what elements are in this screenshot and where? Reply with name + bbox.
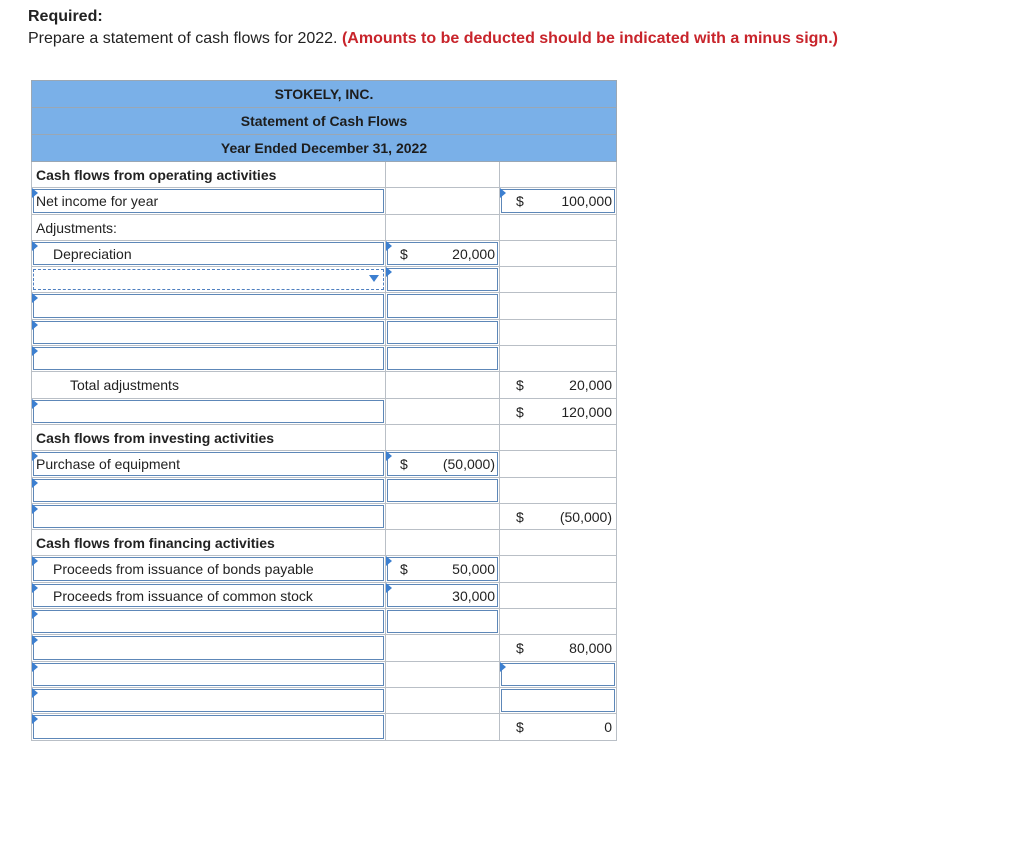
adjustment-blank-row-4 [31,346,617,373]
final-label-field[interactable] [31,714,386,741]
adjustment-amount-field-3[interactable] [386,319,500,347]
financing-label-field-3[interactable] [31,609,386,636]
bonds-label-field[interactable]: Proceeds from issuance of bonds payable [31,556,386,583]
summary-amount-field-2[interactable] [500,687,617,715]
stock-value: 30,000 [452,587,495,604]
net-income-label-field[interactable]: Net income for year [31,188,386,215]
bonds-amount-field[interactable]: $50,000 [386,556,500,583]
net-operating-label-field[interactable] [31,398,386,425]
net-income-value: 100,000 [561,193,612,210]
adjustment-amount-field-2[interactable] [386,293,500,320]
bonds-value: 50,000 [452,561,495,578]
chevron-down-icon[interactable] [369,275,379,283]
company-name: STOKELY, INC. [31,80,617,107]
required-heading: Required: [28,8,103,25]
net-financing-value: 80,000 [569,640,612,657]
equipment-label: Purchase of equipment [36,456,180,473]
depreciation-label-field[interactable]: Depreciation [31,240,386,268]
equipment-label-field[interactable]: Purchase of equipment [31,451,386,478]
operating-heading: Cash flows from operating activities [31,162,386,189]
statement-period: Year Ended December 31, 2022 [31,134,617,162]
investing-heading-row: Cash flows from investing activities [31,424,617,452]
net-investing-amount: $ (50,000) [500,503,617,531]
summary-label-field-1[interactable] [31,661,386,688]
equipment-row: Purchase of equipment $ (50,000) [31,451,617,478]
stock-label: Proceeds from issuance of common stock [53,587,313,604]
instructions-note: (Amounts to be deducted should be indica… [341,30,838,47]
total-adjustments-row: Total adjustments $20,000 [31,372,617,399]
financing-heading: Cash flows from financing activities [31,530,386,557]
stock-label-field[interactable]: Proceeds from issuance of common stock [31,582,386,610]
adjustment-label-field-4[interactable] [31,346,386,373]
depreciation-amount-field[interactable]: $20,000 [386,240,500,268]
depreciation-currency: $ [400,245,408,262]
final-row: $0 [31,714,617,741]
investing-blank-row [31,477,617,504]
net-investing-currency: $ [516,508,524,525]
net-operating-currency: $ [516,403,524,420]
net-income-amount-field[interactable]: $100,000 [500,188,617,215]
equipment-amount-field[interactable]: $ (50,000) [386,451,500,478]
net-financing-currency: $ [516,640,524,657]
summary-blank-row-2 [31,687,617,715]
summary-label-field-2[interactable] [31,687,386,715]
final-currency: $ [516,719,524,736]
investing-label-field-2[interactable] [31,477,386,504]
net-financing-label-field[interactable] [31,635,386,662]
total-adjustments-label: Total adjustments [31,372,386,399]
instructions-main: Prepare a statement of cash flows for 20… [28,30,338,47]
total-adjustments-currency: $ [516,377,524,394]
net-investing-label-field[interactable] [31,503,386,531]
total-adjustments-value: 20,000 [569,377,612,394]
net-operating-value: 120,000 [561,403,612,420]
bonds-currency: $ [400,561,408,578]
adjustment-blank-row-3 [31,319,617,347]
adjustment-label-field-3[interactable] [31,319,386,347]
adjustment-blank-row-2 [31,293,617,320]
final-amount: $0 [500,714,617,741]
net-income-currency: $ [516,193,524,210]
summary-amount-field-1[interactable] [500,661,617,688]
financing-heading-row: Cash flows from financing activities [31,530,617,557]
financing-amount-field-3[interactable] [386,609,500,636]
adjustment-amount-field-4[interactable] [386,346,500,373]
adjustment-amount-field-1[interactable] [386,267,500,294]
final-value: 0 [604,719,612,736]
adjustments-label: Adjustments: [31,214,386,241]
bonds-label: Proceeds from issuance of bonds payable [53,561,314,578]
net-financing-amount: $80,000 [500,635,617,662]
adjustment-dropdown[interactable] [31,267,386,294]
adjustment-label-field-2[interactable] [31,293,386,320]
net-investing-value: (50,000) [559,508,612,525]
depreciation-row: Depreciation $20,000 [31,240,617,268]
net-income-label: Net income for year [36,193,159,210]
operating-heading-row: Cash flows from operating activities [31,162,617,189]
net-income-row: Net income for year $100,000 [31,188,617,215]
investing-amount-field-2[interactable] [386,477,500,504]
net-financing-row: $80,000 [31,635,617,662]
equipment-value: (50,000) [442,456,495,473]
adjustments-row: Adjustments: [31,214,617,241]
investing-heading: Cash flows from investing activities [31,424,386,452]
statement-title: Statement of Cash Flows [31,107,617,134]
summary-blank-row-1 [31,661,617,688]
adjustment-dropdown-row [31,267,617,294]
net-operating-row: $120,000 [31,398,617,425]
stock-amount-field[interactable]: 30,000 [386,582,500,610]
total-adjustments-amount: $20,000 [500,372,617,399]
depreciation-value: 20,000 [452,245,495,262]
bonds-row: Proceeds from issuance of bonds payable … [31,556,617,583]
instructions-text: Prepare a statement of cash flows for 20… [28,30,838,48]
stock-row: Proceeds from issuance of common stock 3… [31,582,617,610]
cash-flow-statement: STOKELY, INC. Statement of Cash Flows Ye… [31,80,617,741]
financing-blank-row [31,609,617,636]
equipment-currency: $ [400,456,408,473]
depreciation-label: Depreciation [53,245,132,262]
net-operating-amount: $120,000 [500,398,617,425]
net-investing-row: $ (50,000) [31,503,617,531]
